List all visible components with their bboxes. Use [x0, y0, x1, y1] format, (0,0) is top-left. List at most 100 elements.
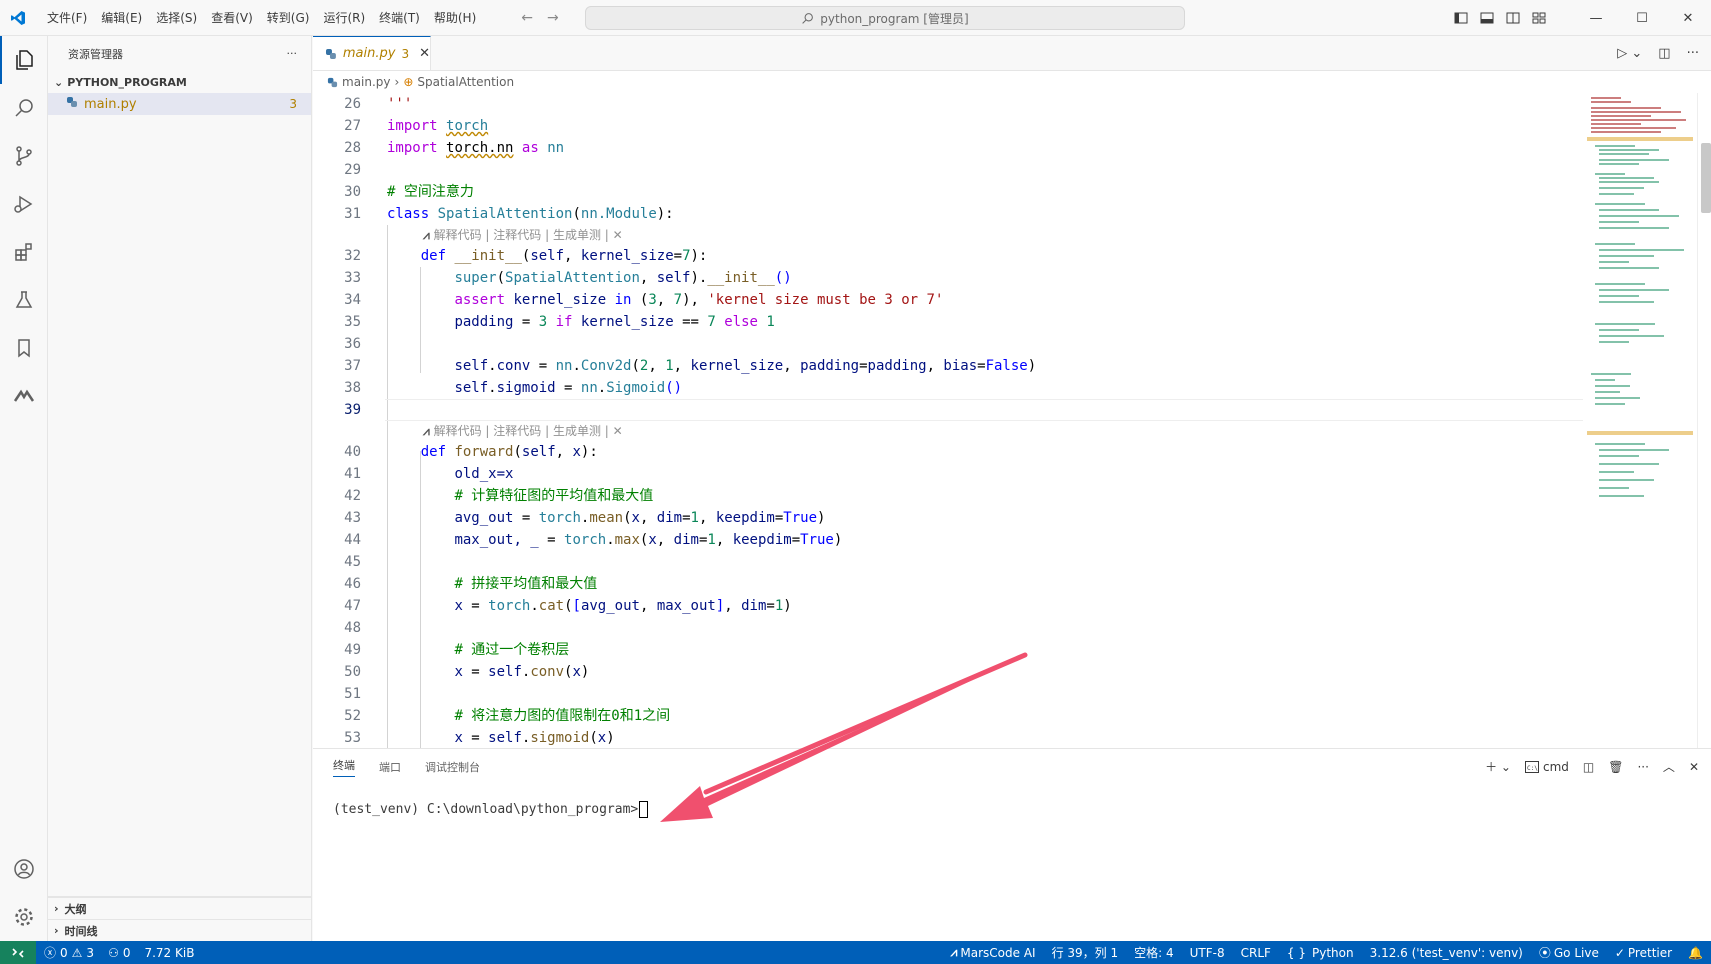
marscode-icon[interactable] [0, 372, 48, 420]
prettier[interactable]: ✓ Prettier [1615, 946, 1672, 960]
breadcrumb-symbol[interactable]: SpatialAttention [417, 75, 514, 89]
close-icon[interactable]: ✕ [419, 46, 430, 61]
code-line: 46 # 拼接平均值和最大值 [344, 576, 598, 592]
scrollbar-thumb[interactable] [1701, 143, 1711, 213]
breadcrumb: main.py › ⊕ SpatialAttention [313, 71, 1711, 93]
python-interpreter[interactable]: 3.12.6 ('test_venv': venv) [1370, 946, 1523, 960]
title-bar: 文件(F) 编辑(E) 选择(S) 查看(V) 转到(G) 运行(R) 终端(T… [0, 0, 1711, 36]
toggle-secondary-sidebar-icon[interactable] [1505, 10, 1521, 26]
terminal-prompt: (test_venv) C:\download\python_program> [333, 802, 639, 817]
menu-terminal[interactable]: 终端(T) [372, 0, 427, 36]
codelens[interactable]: ⩘ 解释代码 | 注释代码 | 生成单测 | ✕ [313, 421, 1583, 441]
close-window-button[interactable]: ✕ [1665, 0, 1711, 36]
encoding[interactable]: UTF-8 [1190, 946, 1225, 960]
vscode-logo-icon [0, 0, 36, 36]
remote-icon[interactable] [0, 941, 36, 964]
problems-indicator[interactable]: ⓧ 0 ⚠ 3 [44, 944, 94, 961]
split-terminal-icon[interactable]: ◫ [1583, 760, 1594, 774]
code-line: 53 x = self.sigmoid(x) [344, 730, 615, 746]
end-of-line[interactable]: CRLF [1241, 946, 1271, 960]
indentation[interactable]: 空格: 4 [1134, 944, 1174, 961]
explorer-icon[interactable] [0, 36, 48, 84]
code-line: 44 max_out, _ = torch.max(x, dim=1, keep… [344, 532, 843, 548]
gear-icon[interactable] [0, 893, 48, 941]
menu-file[interactable]: 文件(F) [40, 0, 94, 36]
testing-flask-icon[interactable] [0, 276, 48, 324]
code-line: 35 padding = 3 if kernel_size == 7 else … [344, 314, 775, 330]
sidebar-title: 资源管理器 [68, 47, 123, 61]
warning-count: 3 [86, 945, 95, 960]
terminal-output[interactable]: (test_venv) C:\download\python_program> [333, 801, 649, 818]
code-line: 30 # 空间注意力 [344, 184, 474, 200]
code-line: 29 [344, 162, 361, 178]
terminal-shell-icon[interactable]: C:\ cmd [1524, 760, 1569, 774]
tab-debug-console[interactable]: 调试控制台 [425, 759, 480, 775]
braces-icon: { } [1286, 945, 1307, 960]
marscode-status[interactable]: ⩘ MarsCode AI [951, 945, 1036, 960]
new-terminal-icon[interactable]: ＋ ⌄ [1485, 758, 1511, 775]
outline-section[interactable]: › 大纲 [48, 897, 312, 919]
more-actions-icon[interactable]: ··· [287, 47, 298, 60]
editor-scrollbar[interactable] [1697, 93, 1711, 748]
split-editor-icon[interactable]: ◫ [1658, 46, 1670, 61]
extensions-icon[interactable] [0, 228, 48, 276]
bookmark-icon[interactable] [0, 324, 48, 372]
code-line: 49 # 通过一个卷积层 [344, 642, 570, 658]
outline-label: 大纲 [64, 902, 87, 916]
language-mode[interactable]: { } Python [1287, 946, 1354, 960]
chevron-right-icon: › [394, 75, 400, 89]
project-folder[interactable]: ⌄ PYTHON_PROGRAM [48, 71, 311, 93]
tab-ports[interactable]: 端口 [379, 759, 401, 775]
file-name: main.py [84, 96, 137, 112]
tab-label: main.py [342, 46, 396, 61]
run-file-icon[interactable]: ▷ ⌄ [1617, 46, 1642, 61]
toggle-panel-icon[interactable] [1479, 10, 1495, 26]
menu-edit[interactable]: 编辑(E) [94, 0, 149, 36]
chevron-down-icon: ⌄ [54, 75, 64, 89]
maximize-panel-icon[interactable]: ︿ [1663, 758, 1675, 775]
back-arrow-icon[interactable]: ← [521, 10, 533, 26]
toggle-primary-sidebar-icon[interactable] [1453, 10, 1469, 26]
more-actions-icon[interactable]: ··· [1637, 760, 1648, 774]
timeline-section[interactable]: › 时间线 [48, 919, 312, 941]
code-line: 41 old_x=x [344, 466, 514, 482]
tab-terminal[interactable]: 终端 [333, 757, 355, 777]
go-live[interactable]: ⦿ Go Live [1539, 944, 1599, 961]
menu-help[interactable]: 帮助(H) [427, 0, 483, 36]
more-actions-icon[interactable]: ··· [1687, 46, 1699, 61]
ports-indicator[interactable]: ⚇ 0 [108, 946, 130, 960]
notifications-bell-icon[interactable]: 🔔 [1688, 946, 1703, 960]
minimap[interactable] [1587, 93, 1697, 748]
trash-icon[interactable]: 🗑 [1608, 760, 1623, 774]
menu-run[interactable]: 运行(R) [316, 0, 372, 36]
bottom-panel: 终端 端口 调试控制台 ＋ ⌄ C:\ cmd ◫ 🗑 ··· ︿ ✕ (test… [313, 748, 1711, 941]
customize-layout-icon[interactable] [1531, 10, 1547, 26]
class-symbol-icon: ⊕ [403, 75, 414, 89]
file-item-main-py[interactable]: main.py 3 [48, 93, 311, 115]
account-icon[interactable] [0, 845, 48, 893]
close-panel-icon[interactable]: ✕ [1689, 760, 1699, 774]
code-line: 26 ''' [344, 96, 413, 112]
editor-tabs: main.py 3 ✕ ▷ ⌄ ◫ ··· [313, 36, 1711, 71]
command-center-label: python_program [管理员] [820, 11, 969, 26]
tab-main-py[interactable]: main.py 3 ✕ [313, 36, 431, 70]
menu-selection[interactable]: 选择(S) [149, 0, 204, 36]
menu-view[interactable]: 查看(V) [204, 0, 260, 36]
command-center-search[interactable]: python_program [管理员] [585, 6, 1185, 30]
breadcrumb-file[interactable]: main.py [342, 75, 391, 89]
source-control-icon[interactable] [0, 132, 48, 180]
run-debug-icon[interactable] [0, 180, 48, 228]
search-icon[interactable] [0, 84, 48, 132]
maximize-button[interactable]: ☐ [1619, 0, 1665, 36]
minimize-button[interactable]: — [1573, 0, 1619, 36]
python-file-icon [325, 48, 336, 59]
forward-arrow-icon[interactable]: → [547, 10, 559, 26]
menu-go[interactable]: 转到(G) [260, 0, 317, 36]
code-editor[interactable]: 26 ''' 27 import torch 28 import torch.nn a… [313, 93, 1583, 748]
nav-arrows: ← → [521, 10, 558, 26]
cursor-position[interactable]: 行 39，列 1 [1052, 944, 1119, 961]
chevron-right-icon: › [54, 902, 59, 915]
error-count: 0 [60, 945, 68, 960]
explorer-sidebar: 资源管理器 ··· ⌄ PYTHON_PROGRAM main.py 3 › 大… [48, 36, 312, 941]
codelens[interactable]: ⩘ 解释代码 | 注释代码 | 生成单测 | ✕ [313, 225, 1583, 245]
